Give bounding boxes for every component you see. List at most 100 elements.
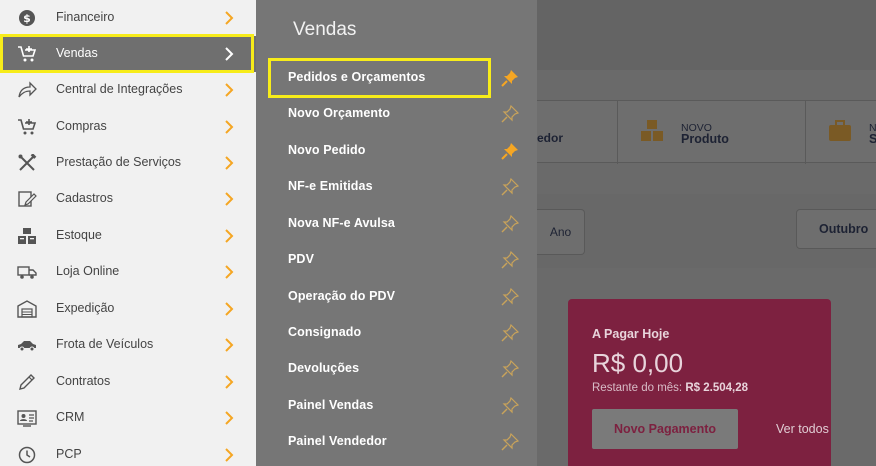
submenu-item-label: Painel Vendas xyxy=(288,398,374,412)
delivery-truck-icon xyxy=(17,263,37,281)
sidebar-item-label: Contratos xyxy=(56,374,111,388)
sidebar-item-vendas[interactable]: Vendas xyxy=(0,36,256,72)
shortcut-bar: edor NOVO Produto NO S xyxy=(537,100,876,164)
chevron-right-icon xyxy=(224,191,234,207)
submenu-item-label: Pedidos e Orçamentos xyxy=(288,70,426,84)
shortcut-big-label: S xyxy=(869,132,876,146)
pin-outline-icon[interactable] xyxy=(501,433,519,451)
submenu-item-painel-vendedor[interactable]: Painel Vendedor xyxy=(256,427,537,457)
shortcut-big-label: Produto xyxy=(681,132,729,146)
chevron-right-icon xyxy=(224,337,234,353)
share-arrow-icon xyxy=(17,81,37,99)
novo-pagamento-button[interactable]: Novo Pagamento xyxy=(592,409,738,449)
chevron-right-icon xyxy=(224,264,234,280)
submenu-item-pedidos-e-orcamentos[interactable]: Pedidos e Orçamentos xyxy=(256,63,537,93)
chevron-right-icon xyxy=(224,228,234,244)
chevron-right-icon xyxy=(224,10,234,26)
sidebar-item-estoque[interactable]: Estoque xyxy=(0,218,256,254)
sidebar-item-label: Cadastros xyxy=(56,191,113,205)
chevron-right-icon xyxy=(224,301,234,317)
dollar-circle-icon: $ xyxy=(17,9,37,27)
submenu-item-nf-e-emitidas[interactable]: NF-e Emitidas xyxy=(256,172,537,202)
a-pagar-hoje-card: A Pagar Hoje R$ 0,00 Restante do mês: R$… xyxy=(568,299,831,466)
sidebar-item-frota-de-veiculos[interactable]: Frota de Veículos xyxy=(0,327,256,363)
chevron-right-icon xyxy=(224,374,234,390)
shortcut-divider xyxy=(805,101,806,164)
contact-card-icon xyxy=(17,409,37,427)
sidebar-item-label: Financeiro xyxy=(56,10,115,24)
sidebar-item-label: Loja Online xyxy=(56,264,120,278)
submenu-item-pdv[interactable]: PDV xyxy=(256,245,537,275)
sidebar-item-loja-online[interactable]: Loja Online xyxy=(0,254,256,290)
pen-icon xyxy=(17,373,37,391)
sidebar-item-label: Frota de Veículos xyxy=(56,337,154,351)
pin-outline-icon[interactable] xyxy=(501,105,519,123)
warehouse-icon xyxy=(17,300,37,318)
sidebar-item-label: Vendas xyxy=(56,46,98,60)
sidebar-item-expedicao[interactable]: Expedição xyxy=(0,291,256,327)
pin-outline-icon[interactable] xyxy=(501,324,519,342)
pin-filled-icon[interactable] xyxy=(501,142,519,160)
chevron-right-icon xyxy=(224,155,234,171)
chevron-right-icon xyxy=(224,46,234,62)
card-remaining-label: Restante do mês: xyxy=(592,382,683,394)
chevron-right-icon xyxy=(224,119,234,135)
submenu-item-label: Novo Orçamento xyxy=(288,106,391,120)
shortcut-partial-label[interactable]: edor xyxy=(537,131,563,145)
sidebar-item-central-de-integracoes[interactable]: Central de Integrações xyxy=(0,72,256,108)
submenu-item-novo-orcamento[interactable]: Novo Orçamento xyxy=(256,99,537,129)
submenu-item-consignado[interactable]: Consignado xyxy=(256,318,537,348)
tools-icon xyxy=(17,154,37,172)
ver-todos-link[interactable]: Ver todos xyxy=(776,422,829,436)
sidebar-item-label: Prestação de Serviços xyxy=(56,155,182,169)
submenu-item-operacao-do-pdv[interactable]: Operação do PDV xyxy=(256,282,537,312)
card-remaining-text: Restante do mês: R$ 2.504,28 xyxy=(592,382,748,394)
cart-add-icon xyxy=(17,45,37,63)
submenu-item-novo-pedido[interactable]: Novo Pedido xyxy=(256,136,537,166)
month-filter-button[interactable]: Outubro xyxy=(796,209,876,249)
sidebar-item-financeiro[interactable]: $ Financeiro xyxy=(0,0,256,36)
sidebar-item-contratos[interactable]: Contratos xyxy=(0,364,256,400)
pin-outline-icon[interactable] xyxy=(501,178,519,196)
pin-outline-icon[interactable] xyxy=(501,360,519,378)
submenu-item-label: Painel Vendedor xyxy=(288,434,387,448)
submenu-item-nova-nf-e-avulsa[interactable]: Nova NF-e Avulsa xyxy=(256,209,537,239)
submenu-item-devolucoes[interactable]: Devoluções xyxy=(256,354,537,384)
sidebar-item-label: Compras xyxy=(56,119,107,133)
main-content-overlay: edor NOVO Produto NO S Ano Outubro A Pag… xyxy=(537,0,876,466)
card-remaining-value: R$ 2.504,28 xyxy=(685,382,749,394)
sidebar-item-prestacao-de-servicos[interactable]: Prestação de Serviços xyxy=(0,145,256,181)
sidebar-item-label: Estoque xyxy=(56,228,102,242)
main-sidebar: $ Financeiro Vendas Central de Integraçõ… xyxy=(0,0,256,466)
sidebar-item-label: PCP xyxy=(56,447,82,461)
briefcase-icon xyxy=(828,119,852,143)
sidebar-item-pcp[interactable]: PCP xyxy=(0,437,256,466)
sidebar-item-crm[interactable]: CRM xyxy=(0,400,256,436)
submenu-item-label: Operação do PDV xyxy=(288,289,396,303)
boxes-icon xyxy=(640,119,664,143)
pin-outline-icon[interactable] xyxy=(501,215,519,233)
sidebar-item-cadastros[interactable]: Cadastros xyxy=(0,181,256,217)
submenu-title: Vendas xyxy=(293,19,357,40)
chevron-right-icon xyxy=(224,447,234,463)
pin-outline-icon[interactable] xyxy=(501,397,519,415)
submenu-item-label: Novo Pedido xyxy=(288,143,366,157)
main-header-area xyxy=(537,0,876,70)
submenu-item-painel-vendas[interactable]: Painel Vendas xyxy=(256,391,537,421)
sidebar-item-label: Central de Integrações xyxy=(56,82,183,96)
submenu-item-label: NF-e Emitidas xyxy=(288,179,373,193)
pin-outline-icon[interactable] xyxy=(501,251,519,269)
sidebar-item-compras[interactable]: Compras xyxy=(0,109,256,145)
boxes-icon xyxy=(17,227,37,245)
submenu-item-label: Devoluções xyxy=(288,361,360,375)
pin-outline-icon[interactable] xyxy=(501,288,519,306)
clock-history-icon xyxy=(17,446,37,464)
sidebar-item-label: CRM xyxy=(56,410,85,424)
pin-filled-icon[interactable] xyxy=(501,69,519,87)
vendas-submenu: Vendas Pedidos e Orçamentos Novo Orçamen… xyxy=(256,0,537,466)
submenu-item-label: Nova NF-e Avulsa xyxy=(288,216,395,230)
submenu-item-label: PDV xyxy=(288,252,315,266)
submenu-item-label: Consignado xyxy=(288,325,362,339)
ano-filter-button[interactable]: Ano xyxy=(537,209,585,255)
chevron-right-icon xyxy=(224,410,234,426)
